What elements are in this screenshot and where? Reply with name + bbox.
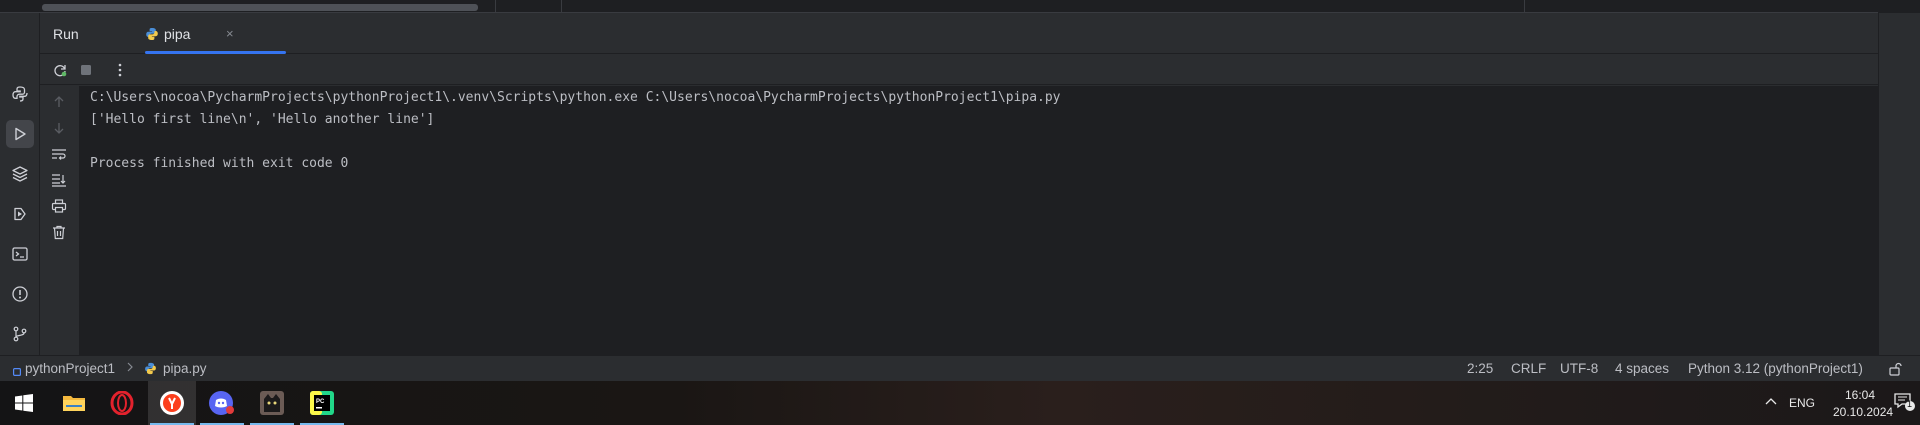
system-tray: ENG 16:04 20.10.2024 1 [1720,381,1920,425]
right-tool-stripe [1878,13,1920,355]
scroll-to-end-icon[interactable] [49,170,69,190]
run-icon[interactable] [6,120,34,148]
chevron-right-icon [126,360,134,377]
editor-area-strip [0,0,1920,13]
horizontal-scrollbar[interactable] [42,4,478,11]
file-encoding[interactable]: UTF-8 [1560,361,1598,376]
line-ending[interactable]: CRLF [1511,361,1546,376]
run-panel-title: Run [53,26,79,42]
python-interpreter[interactable]: Python 3.12 (pythonProject1) [1688,361,1863,376]
file-explorer-icon[interactable] [50,381,98,425]
console-line-command: C:\Users\nocoa\PycharmProjects\pythonPro… [90,90,1061,105]
opera-browser-icon[interactable] [98,381,146,425]
cat-app-icon[interactable] [248,381,296,425]
console-line-output: ['Hello first line\n', 'Hello another li… [90,112,435,127]
active-tab-indicator [145,51,286,54]
problems-icon[interactable] [6,280,34,308]
down-arrow-icon[interactable] [49,118,69,138]
stop-icon[interactable] [76,60,96,80]
services-icon[interactable] [6,200,34,228]
windows-start-icon[interactable] [0,381,48,425]
chevron-up-icon[interactable] [1764,395,1778,409]
console-line-exit: Process finished with exit code 0 [90,156,349,171]
clock-date[interactable]: 20.10.2024 [1833,405,1893,419]
python-packages-icon[interactable] [6,80,34,108]
clock-time[interactable]: 16:04 [1845,388,1875,402]
more-icon[interactable] [110,60,130,80]
breadcrumb-project[interactable]: pythonProject1 [25,361,115,376]
console-output[interactable]: C:\Users\nocoa\PycharmProjects\pythonPro… [80,86,1878,355]
close-icon[interactable]: × [226,26,234,41]
project-icon [13,364,22,379]
svg-text:PC: PC [316,399,325,405]
terminal-icon[interactable] [6,240,34,268]
pycharm-icon[interactable]: PC [298,381,346,425]
python-file-icon [144,362,157,378]
tab-pipa-label: pipa [164,26,191,42]
yandex-browser-icon[interactable] [148,381,196,425]
status-bar: pythonProject1 pipa.py 2:25 CRLF UTF-8 4… [0,355,1920,381]
clear-icon[interactable] [49,222,69,242]
run-header: Run pipa × [40,13,1878,54]
python-file-icon [145,27,159,46]
rerun-icon[interactable] [50,60,70,80]
caret-position[interactable]: 2:25 [1467,361,1493,376]
tool-window-stripe [0,13,40,355]
console-side-toolbar [40,86,80,355]
up-arrow-icon[interactable] [49,92,69,112]
windows-taskbar: PC ENG 16:04 20.10.2024 1 [0,381,1920,425]
lock-icon[interactable] [1888,362,1902,379]
notification-icon[interactable]: 1 [1894,392,1916,415]
git-icon[interactable] [6,320,34,348]
layers-icon[interactable] [6,160,34,188]
ide-window: Run pipa × C:\Users\nocoa\PycharmProject… [0,0,1920,425]
print-icon[interactable] [49,196,69,216]
tab-pipa[interactable]: pipa × [105,13,286,54]
breadcrumb-file[interactable]: pipa.py [163,361,207,376]
discord-icon[interactable] [198,381,246,425]
run-toolbar [40,55,1878,85]
soft-wrap-icon[interactable] [49,144,69,164]
language-indicator[interactable]: ENG [1789,396,1815,410]
indent-setting[interactable]: 4 spaces [1615,361,1669,376]
notification-count: 1 [1907,399,1913,409]
run-tool-window: Run pipa × C:\Users\nocoa\PycharmProject… [40,13,1878,355]
